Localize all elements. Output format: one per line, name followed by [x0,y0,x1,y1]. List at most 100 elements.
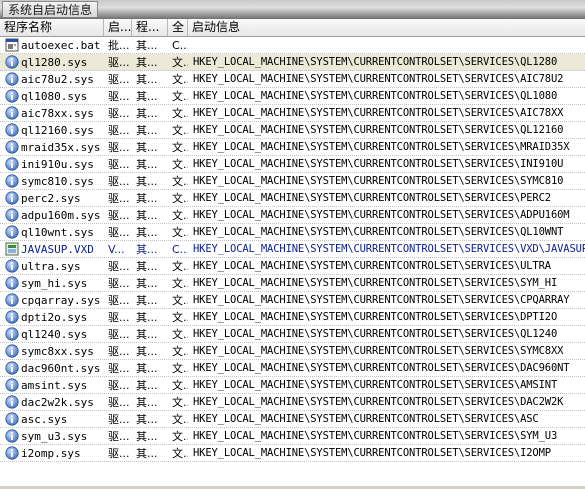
startup-info-cell: HKEY_LOCAL_MACHINE\SYSTEM\CURRENTCONTROL… [193,107,564,119]
program-name-cell: mraid35x.sys [21,141,101,154]
table-row[interactable]: mraid35x.sys 驱... 其... 文... HKEY_LOCAL_MACHI… [0,139,585,156]
all-cell: 文... [172,158,188,171]
table-row[interactable]: autoexec.bat 批... 其... C... [0,37,585,54]
all-cell: 文... [172,260,188,273]
startup-type-cell: 驱... [108,379,130,392]
all-cell: 文... [172,209,188,222]
startup-type-cell: 驱... [108,294,130,307]
table-row[interactable]: ini910u.sys 驱... 其... 文... HKEY_LOCAL_MACHIN… [0,156,585,173]
table-row[interactable]: aic78xx.sys 驱... 其... 文... HKEY_LOCAL_MACHIN… [0,105,585,122]
startup-info-cell: HKEY_LOCAL_MACHINE\SYSTEM\CURRENTCONTROL… [193,124,564,136]
program-source-cell: 其... [136,56,158,69]
program-name-cell: i2omp.sys [21,447,81,460]
program-name-cell: cpqarray.sys [21,294,101,307]
column-header-source[interactable]: 程... [132,19,168,36]
table-row[interactable]: symc810.sys 驱... 其... 文... HKEY_LOCAL_MACHIN… [0,173,585,190]
table-row[interactable]: ql1240.sys 驱... 其... 文... HKEY_LOCAL_MACHINE… [0,326,585,343]
all-cell: 文... [172,294,188,307]
program-source-cell: 其... [136,175,158,188]
all-cell: 文... [172,362,188,375]
all-cell: 文... [172,413,188,426]
startup-info-cell: HKEY_LOCAL_MACHINE\SYSTEM\CURRENTCONTROL… [193,362,570,374]
info-icon [5,361,19,375]
batch-file-icon [5,38,19,52]
startup-type-cell: V... [108,243,125,256]
table-row[interactable]: symc8xx.sys 驱... 其... 文... HKEY_LOCAL_MACHIN… [0,343,585,360]
startup-info-cell: HKEY_LOCAL_MACHINE\SYSTEM\CURRENTCONTROL… [193,192,551,204]
info-icon [5,395,19,409]
startup-type-cell: 驱... [108,447,130,460]
column-header-info[interactable]: 启动信息 [188,19,585,36]
all-cell: 文... [172,124,188,137]
program-name-cell: autoexec.bat [21,39,101,52]
table-row[interactable]: amsint.sys 驱... 其... 文... HKEY_LOCAL_MACHINE… [0,377,585,394]
program-name-cell: ini910u.sys [21,158,94,171]
table-row[interactable]: ql1280.sys 驱... 其... 文... HKEY_LOCAL_MACHINE… [0,54,585,71]
info-icon [5,72,19,86]
startup-info-cell: HKEY_LOCAL_MACHINE\SYSTEM\CURRENTCONTROL… [193,277,558,289]
all-cell: 文... [172,175,188,188]
program-source-cell: 其... [136,107,158,120]
table-row[interactable]: adpu160m.sys 驱... 其... 文... HKEY_LOCAL_MACHI… [0,207,585,224]
startup-type-cell: 驱... [108,362,130,375]
program-name-cell: dac2w2k.sys [21,396,94,409]
startup-info-cell: HKEY_LOCAL_MACHINE\SYSTEM\CURRENTCONTROL… [193,141,570,153]
program-name-cell: sym_u3.sys [21,430,88,443]
startup-type-cell: 驱... [108,107,130,120]
table-row[interactable]: dpti2o.sys 驱... 其... 文... HKEY_LOCAL_MACHINE… [0,309,585,326]
startup-info-cell: HKEY_LOCAL_MACHINE\SYSTEM\CURRENTCONTROL… [193,158,564,170]
all-cell: 文... [172,345,188,358]
program-source-cell: 其... [136,277,158,290]
info-icon [5,378,19,392]
info-icon [5,276,19,290]
table-row[interactable]: sym_u3.sys 驱... 其... 文... HKEY_LOCAL_MACHINE… [0,428,585,445]
table-row[interactable]: asc.sys 驱... 其... 文... HKEY_LOCAL_MACHINE\SY… [0,411,585,428]
program-source-cell: 其... [136,311,158,324]
info-icon [5,327,19,341]
startup-info-cell: HKEY_LOCAL_MACHINE\SYSTEM\CURRENTCONTROL… [193,90,558,102]
program-source-cell: 其... [136,73,158,86]
program-name-cell: symc810.sys [21,175,94,188]
tab-startup-info[interactable]: 系统自启动信息 [2,1,99,17]
table-row[interactable]: ql10wnt.sys 驱... 其... 文... HKEY_LOCAL_MACHIN… [0,224,585,241]
startup-info-cell: HKEY_LOCAL_MACHINE\SYSTEM\CURRENTCONTROL… [193,345,564,357]
table-row[interactable]: ql12160.sys 驱... 其... 文... HKEY_LOCAL_MACHIN… [0,122,585,139]
table-row[interactable]: perc2.sys 驱... 其... 文... HKEY_LOCAL_MACHINE\… [0,190,585,207]
all-cell: 文... [172,73,188,86]
startup-info-cell: HKEY_LOCAL_MACHINE\SYSTEM\CURRENTCONTROL… [193,226,564,238]
startup-type-cell: 驱... [108,277,130,290]
startup-type-cell: 驱... [108,192,130,205]
all-cell: 文... [172,90,188,103]
startup-info-cell: HKEY_LOCAL_MACHINE\SYSTEM\CURRENTCONTROL… [193,447,551,459]
info-icon [5,208,19,222]
column-header-all[interactable]: 全 [168,19,188,36]
program-source-cell: 其... [136,209,158,222]
table-row[interactable]: cpqarray.sys 驱... 其... 文... HKEY_LOCAL_MACHI… [0,292,585,309]
all-cell: 文... [172,226,188,239]
table-row[interactable]: aic78u2.sys 驱... 其... 文... HKEY_LOCAL_MACHIN… [0,71,585,88]
startup-info-cell: HKEY_LOCAL_MACHINE\SYSTEM\CURRENTCONTROL… [193,175,564,187]
startup-type-cell: 驱... [108,141,130,154]
program-source-cell: 其... [136,243,158,256]
info-icon [5,344,19,358]
column-header-name[interactable]: 程序名称 [0,19,104,36]
program-source-cell: 其... [136,345,158,358]
startup-info-cell: HKEY_LOCAL_MACHINE\SYSTEM\CURRENTCONTROL… [193,413,539,425]
column-header-type[interactable]: 启... [104,19,132,36]
program-source-cell: 其... [136,328,158,341]
table-row[interactable]: ql1080.sys 驱... 其... 文... HKEY_LOCAL_MACHINE… [0,88,585,105]
table-row[interactable]: dac2w2k.sys 驱... 其... 文... HKEY_LOCAL_MACHIN… [0,394,585,411]
program-name-cell: sym_hi.sys [21,277,88,290]
program-name-cell: amsint.sys [21,379,88,392]
program-source-cell: 其... [136,396,158,409]
info-icon [5,293,19,307]
title-bar: 系统自启动信息 [0,0,585,19]
program-source-cell: 其... [136,124,158,137]
table-row[interactable]: JAVASUP.VXD V... 其... C... HKEY_LOCAL_MACHIN… [0,241,585,258]
table-row[interactable]: dac960nt.sys 驱... 其... 文... HKEY_LOCAL_MACHI… [0,360,585,377]
table-row[interactable]: ultra.sys 驱... 其... 文... HKEY_LOCAL_MACHINE\… [0,258,585,275]
all-cell: 文... [172,141,188,154]
startup-type-cell: 驱... [108,90,130,103]
table-row[interactable]: sym_hi.sys 驱... 其... 文... HKEY_LOCAL_MACHINE… [0,275,585,292]
table-row[interactable]: i2omp.sys 驱... 其... 文... HKEY_LOCAL_MACHINE\… [0,445,585,462]
